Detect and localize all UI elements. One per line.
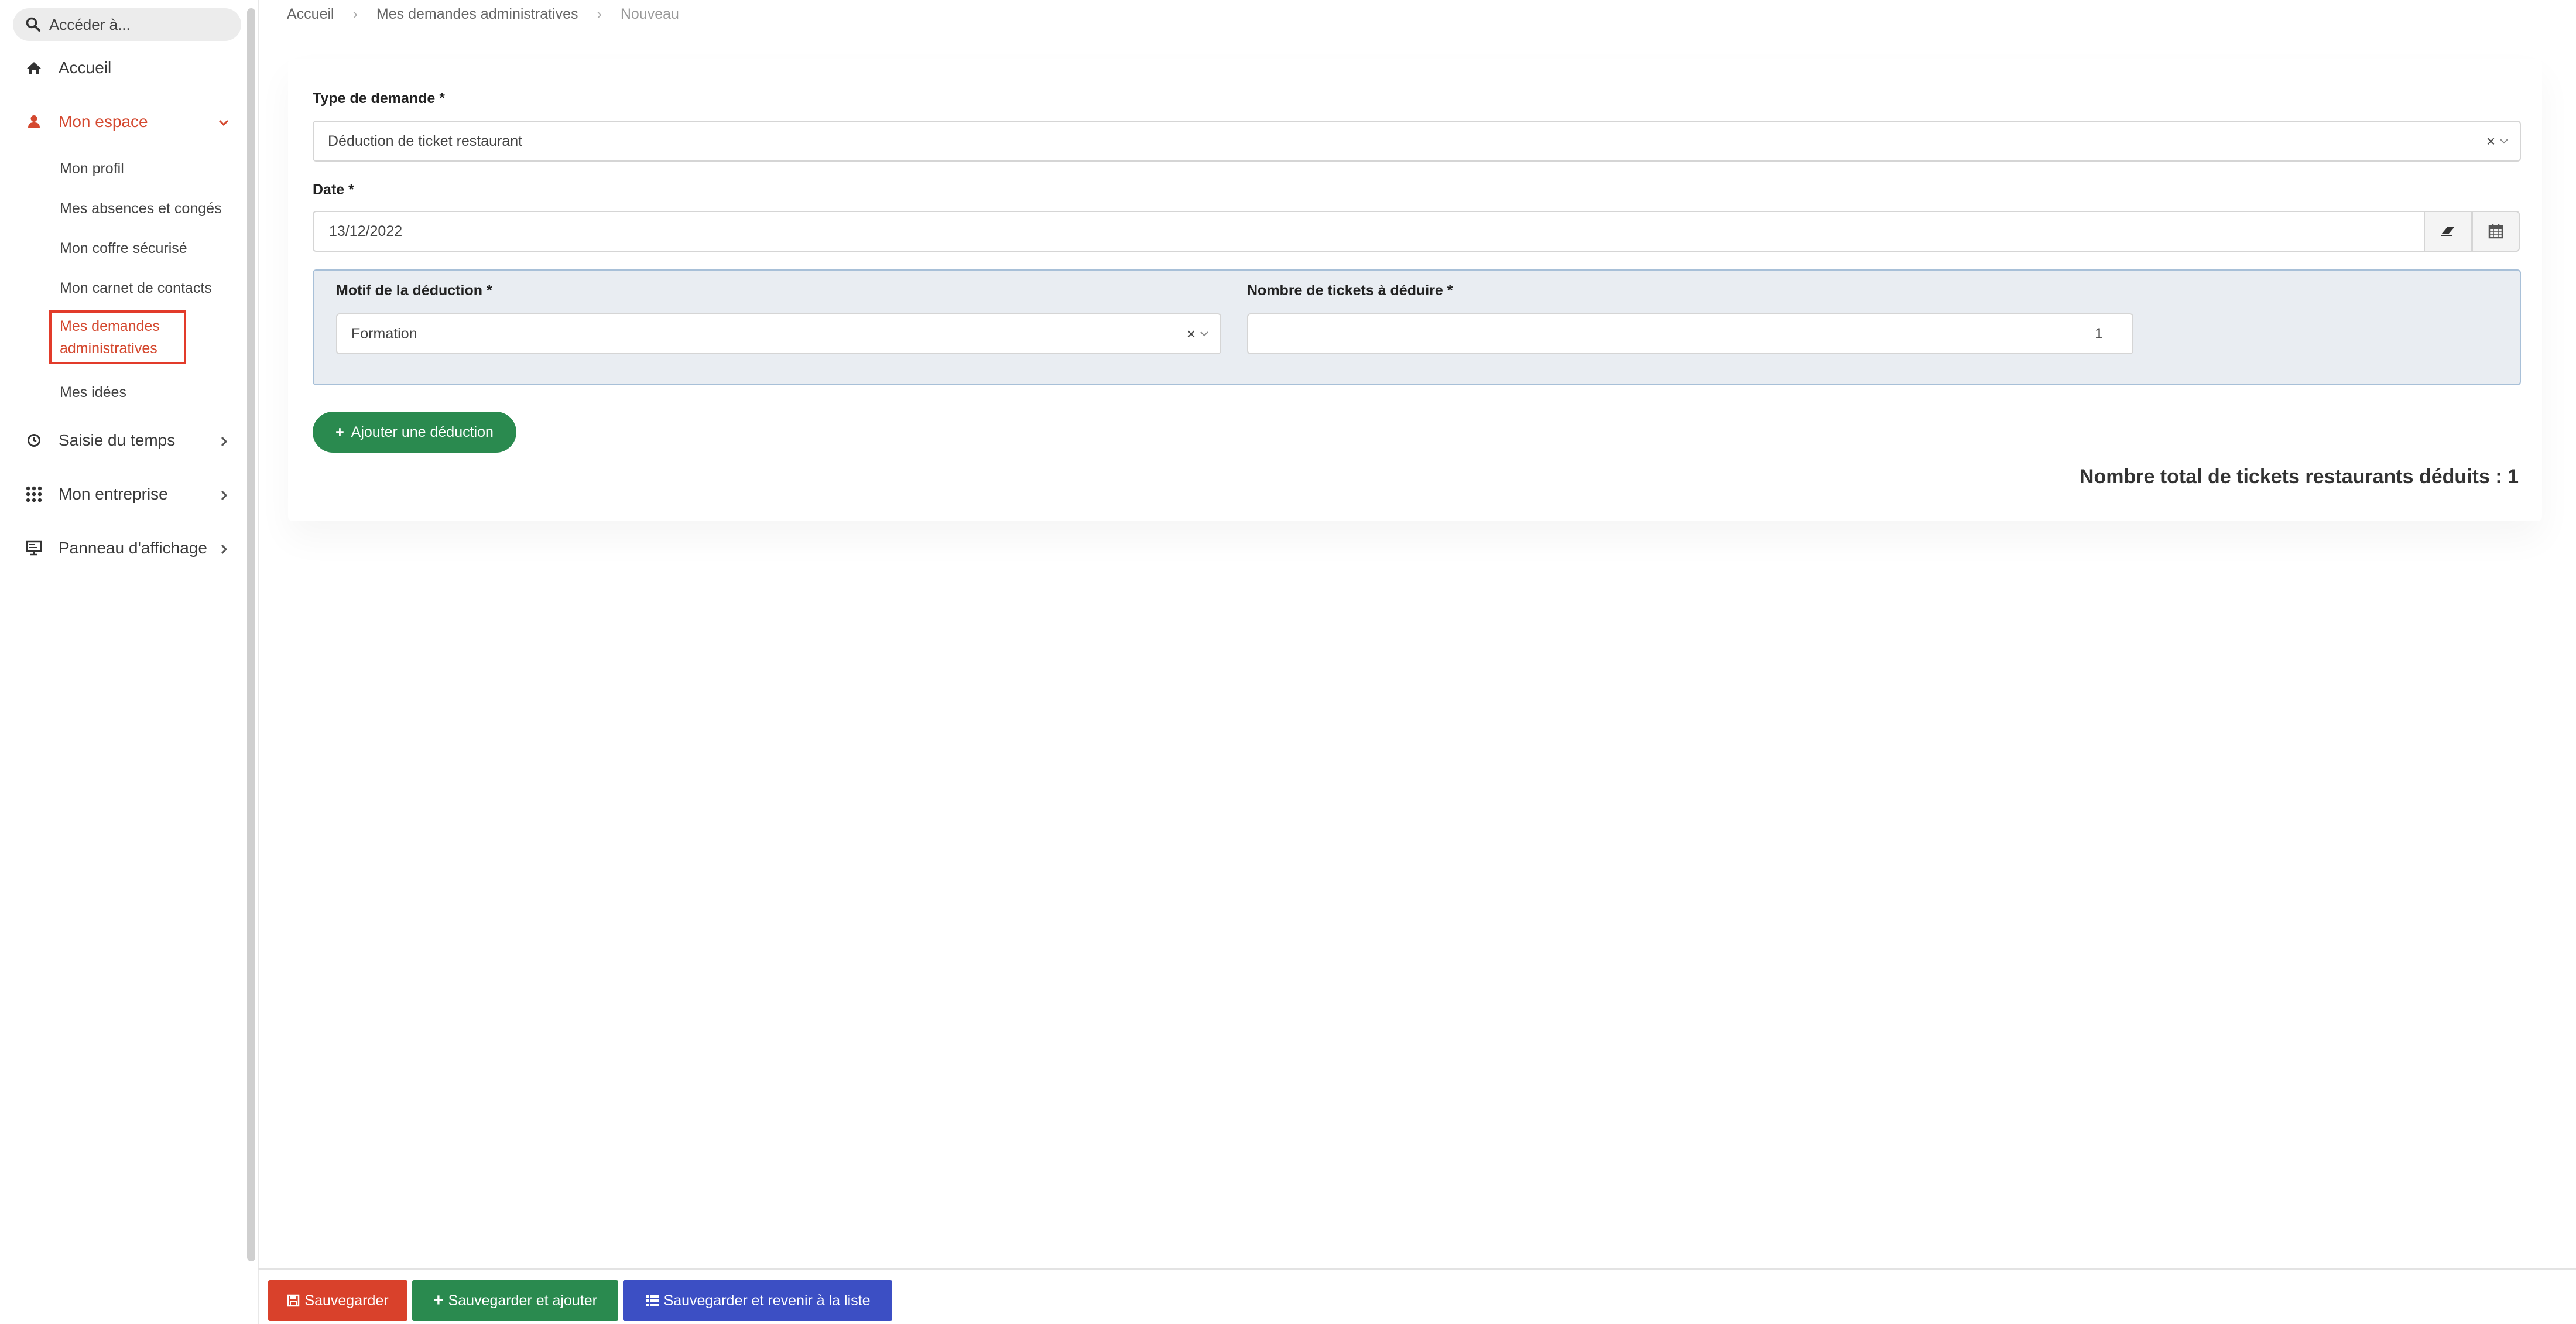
grid-icon xyxy=(23,484,44,505)
floppy-icon xyxy=(287,1294,300,1307)
footer-divider xyxy=(258,1268,2576,1270)
motif-select[interactable]: Formation × xyxy=(336,313,1221,354)
sidebar-subitem-mon-profil[interactable]: Mon profil xyxy=(60,157,124,180)
sidebar-item-saisie-du-temps[interactable]: Saisie du temps xyxy=(23,430,228,451)
breadcrumb-current: Nouveau xyxy=(620,6,679,22)
list-icon xyxy=(645,1294,659,1307)
sidebar-item-label: Panneau d'affichage xyxy=(59,539,207,557)
date-input[interactable]: 13/12/2022 xyxy=(313,211,2425,252)
breadcrumb: Accueil › Mes demandes administratives ›… xyxy=(287,6,679,23)
motif-select-value: Formation xyxy=(351,325,417,342)
sidebar-item-accueil[interactable]: Accueil xyxy=(23,57,111,78)
search-icon xyxy=(26,16,43,33)
count-label: Nombre de tickets à déduire * xyxy=(1247,282,1453,299)
plus-icon: + xyxy=(433,1291,444,1310)
plus-icon: + xyxy=(335,423,344,440)
sidebar-item-panneau-affichage[interactable]: Panneau d'affichage xyxy=(23,538,228,559)
eraser-icon xyxy=(2441,227,2454,236)
clear-icon[interactable]: × xyxy=(1187,325,1195,343)
type-select-value: Déduction de ticket restaurant xyxy=(328,132,523,149)
type-label: Type de demande * xyxy=(313,90,445,107)
vertical-divider xyxy=(258,0,259,1324)
sidebar-subitem-absences[interactable]: Mes absences et congés xyxy=(60,197,222,220)
save-and-return-button[interactable]: Sauvegarder et revenir à la liste xyxy=(623,1280,892,1321)
save-button-label: Sauvegarder xyxy=(304,1292,389,1309)
home-icon xyxy=(23,57,44,78)
save-button[interactable]: Sauvegarder xyxy=(268,1280,407,1321)
clock-icon xyxy=(23,430,44,451)
save-and-return-label: Sauvegarder et revenir à la liste xyxy=(663,1292,871,1309)
sidebar-scrollbar[interactable] xyxy=(247,8,255,1261)
sidebar-subitem-contacts[interactable]: Mon carnet de contacts xyxy=(60,276,212,300)
sidebar-item-mon-espace[interactable]: Mon espace xyxy=(23,111,229,132)
breadcrumb-section[interactable]: Mes demandes administratives xyxy=(376,6,578,23)
display-board-icon xyxy=(23,538,44,559)
user-icon xyxy=(23,111,44,132)
chevron-right-icon: › xyxy=(352,6,358,22)
breadcrumb-home[interactable]: Accueil xyxy=(287,6,334,23)
sidebar: Accueil Mon espace Mon profil Mes absenc… xyxy=(0,0,246,1324)
calendar-icon xyxy=(2488,224,2503,239)
sidebar-item-label: Accueil xyxy=(59,59,112,77)
sidebar-item-label: Saisie du temps xyxy=(59,431,176,449)
chevron-down-icon[interactable] xyxy=(2499,136,2509,146)
save-and-add-button[interactable]: + Sauvegarder et ajouter xyxy=(412,1280,618,1321)
chevron-down-icon xyxy=(218,119,229,126)
clear-icon[interactable]: × xyxy=(2486,132,2495,150)
sidebar-subitem-idees[interactable]: Mes idées xyxy=(60,381,126,404)
sidebar-item-label: Mon entreprise xyxy=(59,485,168,503)
search-box[interactable] xyxy=(13,8,241,41)
chevron-right-icon xyxy=(221,544,228,555)
total-tickets-text: Nombre total de tickets restaurants dédu… xyxy=(2079,466,2519,488)
chevron-right-icon: › xyxy=(597,6,602,22)
date-label: Date * xyxy=(313,182,354,198)
sidebar-item-mon-entreprise[interactable]: Mon entreprise xyxy=(23,484,228,505)
sidebar-subitem-demandes-administratives[interactable]: Mes demandes administratives xyxy=(49,310,186,364)
chevron-down-icon[interactable] xyxy=(1199,329,1210,339)
sidebar-subitem-coffre[interactable]: Mon coffre sécurisé xyxy=(60,237,187,260)
save-and-add-label: Sauvegarder et ajouter xyxy=(448,1292,597,1309)
motif-label: Motif de la déduction * xyxy=(336,282,492,299)
chevron-right-icon xyxy=(221,490,228,501)
ticket-count-input[interactable]: 1 xyxy=(1247,313,2133,354)
add-deduction-button[interactable]: + Ajouter une déduction xyxy=(313,412,516,453)
calendar-button[interactable] xyxy=(2472,211,2520,252)
add-deduction-label: Ajouter une déduction xyxy=(351,423,494,440)
search-input[interactable] xyxy=(48,15,226,35)
chevron-right-icon xyxy=(221,436,228,447)
clear-date-button[interactable] xyxy=(2424,211,2472,252)
sidebar-item-label: Mon espace xyxy=(59,112,148,131)
type-select[interactable]: Déduction de ticket restaurant × xyxy=(313,121,2521,162)
